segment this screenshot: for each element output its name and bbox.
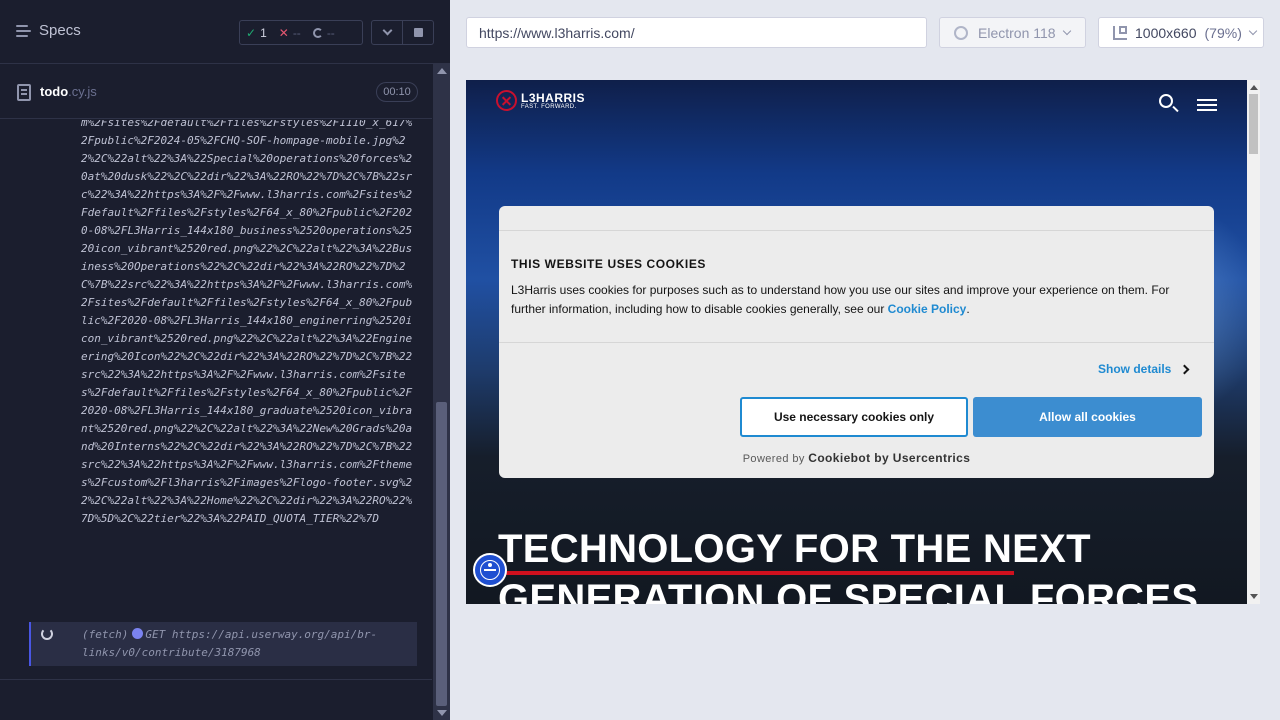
check-icon: ✓ [246,25,257,40]
chevron-down-icon [1248,26,1258,35]
logo-mark-icon [496,90,517,111]
spec-filename: todo.cy.js [40,84,97,99]
allow-all-cookies-button[interactable]: Allow all cookies [973,397,1202,437]
scrollbar-thumb[interactable] [436,402,447,706]
browser-selector[interactable]: Electron 118 [939,17,1086,48]
cookie-description: L3Harris uses cookies for purposes such … [511,283,1170,316]
pending-circle-icon [312,27,323,38]
chevron-down-icon [1062,26,1071,35]
show-details-link[interactable]: Show details [1098,362,1190,376]
hamburger-menu-icon[interactable] [1197,99,1217,112]
scroll-up-arrow-icon[interactable] [1250,85,1258,90]
chevron-down-icon [382,25,392,36]
reporter-panel: Specs ✓ 1 ✕ -- -- todo.cy.js 00:10 m%2Fs… [0,0,450,720]
chevron-right-icon [1179,364,1190,374]
cookie-title: THIS WEBSITE USES COOKIES [511,257,707,271]
pending-dot-icon [132,628,144,639]
powered-by-cookiebot[interactable]: Powered by Cookiebot by Usercentrics [499,451,1214,465]
specs-label: Specs [39,22,81,39]
scroll-down-arrow-icon[interactable] [437,710,447,716]
divider [499,342,1214,343]
cypress-runner: Specs ✓ 1 ✕ -- -- todo.cy.js 00:10 m%2Fs… [0,0,1280,720]
scroll-down-arrow-icon[interactable] [1250,594,1258,599]
app-under-test: L3HARRIS FAST. FORWARD. THIS WEBSITE USE… [466,80,1247,604]
loading-spinner-icon [41,628,53,640]
stop-icon [413,28,423,37]
stat-pending: -- [307,26,341,40]
cookie-consent-dialog: THIS WEBSITE USES COOKIES L3Harris uses … [499,206,1214,478]
cookie-policy-link[interactable]: Cookie Policy [888,302,967,316]
search-icon[interactable] [1159,94,1173,108]
command-log: m%2Fsites%2Fdefault%2Ffiles%2Fstyles%2F1… [0,120,432,678]
electron-icon [954,25,968,40]
fetch-command-text: (fetch) GET https://api.userway.org/api/b… [82,628,378,659]
scroll-up-arrow-icon[interactable] [437,68,447,74]
stop-button[interactable] [402,20,434,45]
accessibility-widget-button[interactable] [473,553,507,587]
aut-scrollbar[interactable] [1247,80,1260,604]
l3harris-logo[interactable]: L3HARRIS FAST. FORWARD. [496,90,585,111]
scrollbar-thumb[interactable] [1249,94,1258,154]
command-fetch-row[interactable]: (fetch) GET https://api.userway.org/api/b… [29,622,417,666]
stat-passed: ✓ 1 [246,25,267,40]
url-bar[interactable]: https://www.l3harris.com/ [466,17,927,48]
divider [499,230,1214,231]
viewport-info[interactable]: 1000x660 (79%) [1098,17,1264,48]
viewport-icon [1113,25,1127,40]
divider [0,679,432,680]
reporter-header: Specs ✓ 1 ✕ -- -- [0,0,450,64]
toggle-auto-scroll-button[interactable] [371,20,403,45]
log-output: m%2Fsites%2Fdefault%2Ffiles%2Fstyles%2F1… [81,120,413,525]
accessibility-icon [480,560,500,580]
menu-icon [16,24,31,37]
specs-button[interactable]: Specs [16,22,81,39]
spec-header[interactable]: todo.cy.js [0,65,432,119]
stats-bar: ✓ 1 ✕ -- -- [239,20,363,45]
reporter-scrollbar[interactable] [433,64,450,720]
spec-duration: 00:10 [376,82,418,102]
headline-underline [506,571,1014,575]
necessary-cookies-button[interactable]: Use necessary cookies only [740,397,968,437]
x-icon: ✕ [278,25,289,40]
hero-headline: TECHNOLOGY FOR THE NEXT GENERATION OF SP… [498,527,1199,604]
stat-failed: ✕ -- [278,25,301,40]
document-icon [17,84,31,101]
